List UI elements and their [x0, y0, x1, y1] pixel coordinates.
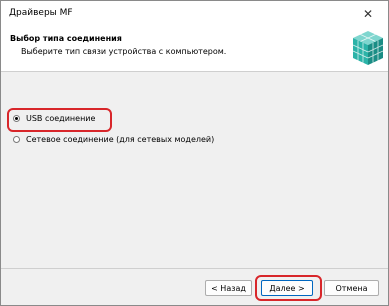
option-usb[interactable]: USB соединение [13, 114, 95, 123]
window-title: Драйверы MF [9, 8, 73, 18]
cancel-button[interactable]: Отмена [324, 280, 379, 296]
radio-network[interactable] [13, 136, 20, 143]
network-cubes-icon [352, 31, 384, 65]
title-bar: Драйверы MF ✕ [1, 1, 388, 27]
option-usb-label: USB соединение [26, 114, 96, 123]
close-icon[interactable]: ✕ [358, 4, 378, 24]
page-subtitle: Выберите тип связи устройства с компьюте… [21, 47, 227, 56]
installer-window: Драйверы MF ✕ Выбор типа соединения Выбе… [0, 0, 389, 306]
option-network[interactable]: Сетевое соединение (для сетевых моделей) [13, 135, 214, 144]
next-button[interactable]: Далее > [261, 280, 313, 296]
radio-usb[interactable] [13, 115, 20, 122]
back-button[interactable]: < Назад [205, 280, 252, 296]
page-title: Выбор типа соединения [10, 34, 122, 43]
footer-separator [1, 268, 388, 269]
option-network-label: Сетевое соединение (для сетевых моделей) [26, 135, 215, 144]
wizard-content: USB соединение Сетевое соединение (для с… [1, 72, 388, 268]
wizard-header: Выбор типа соединения Выберите тип связи… [1, 27, 388, 72]
